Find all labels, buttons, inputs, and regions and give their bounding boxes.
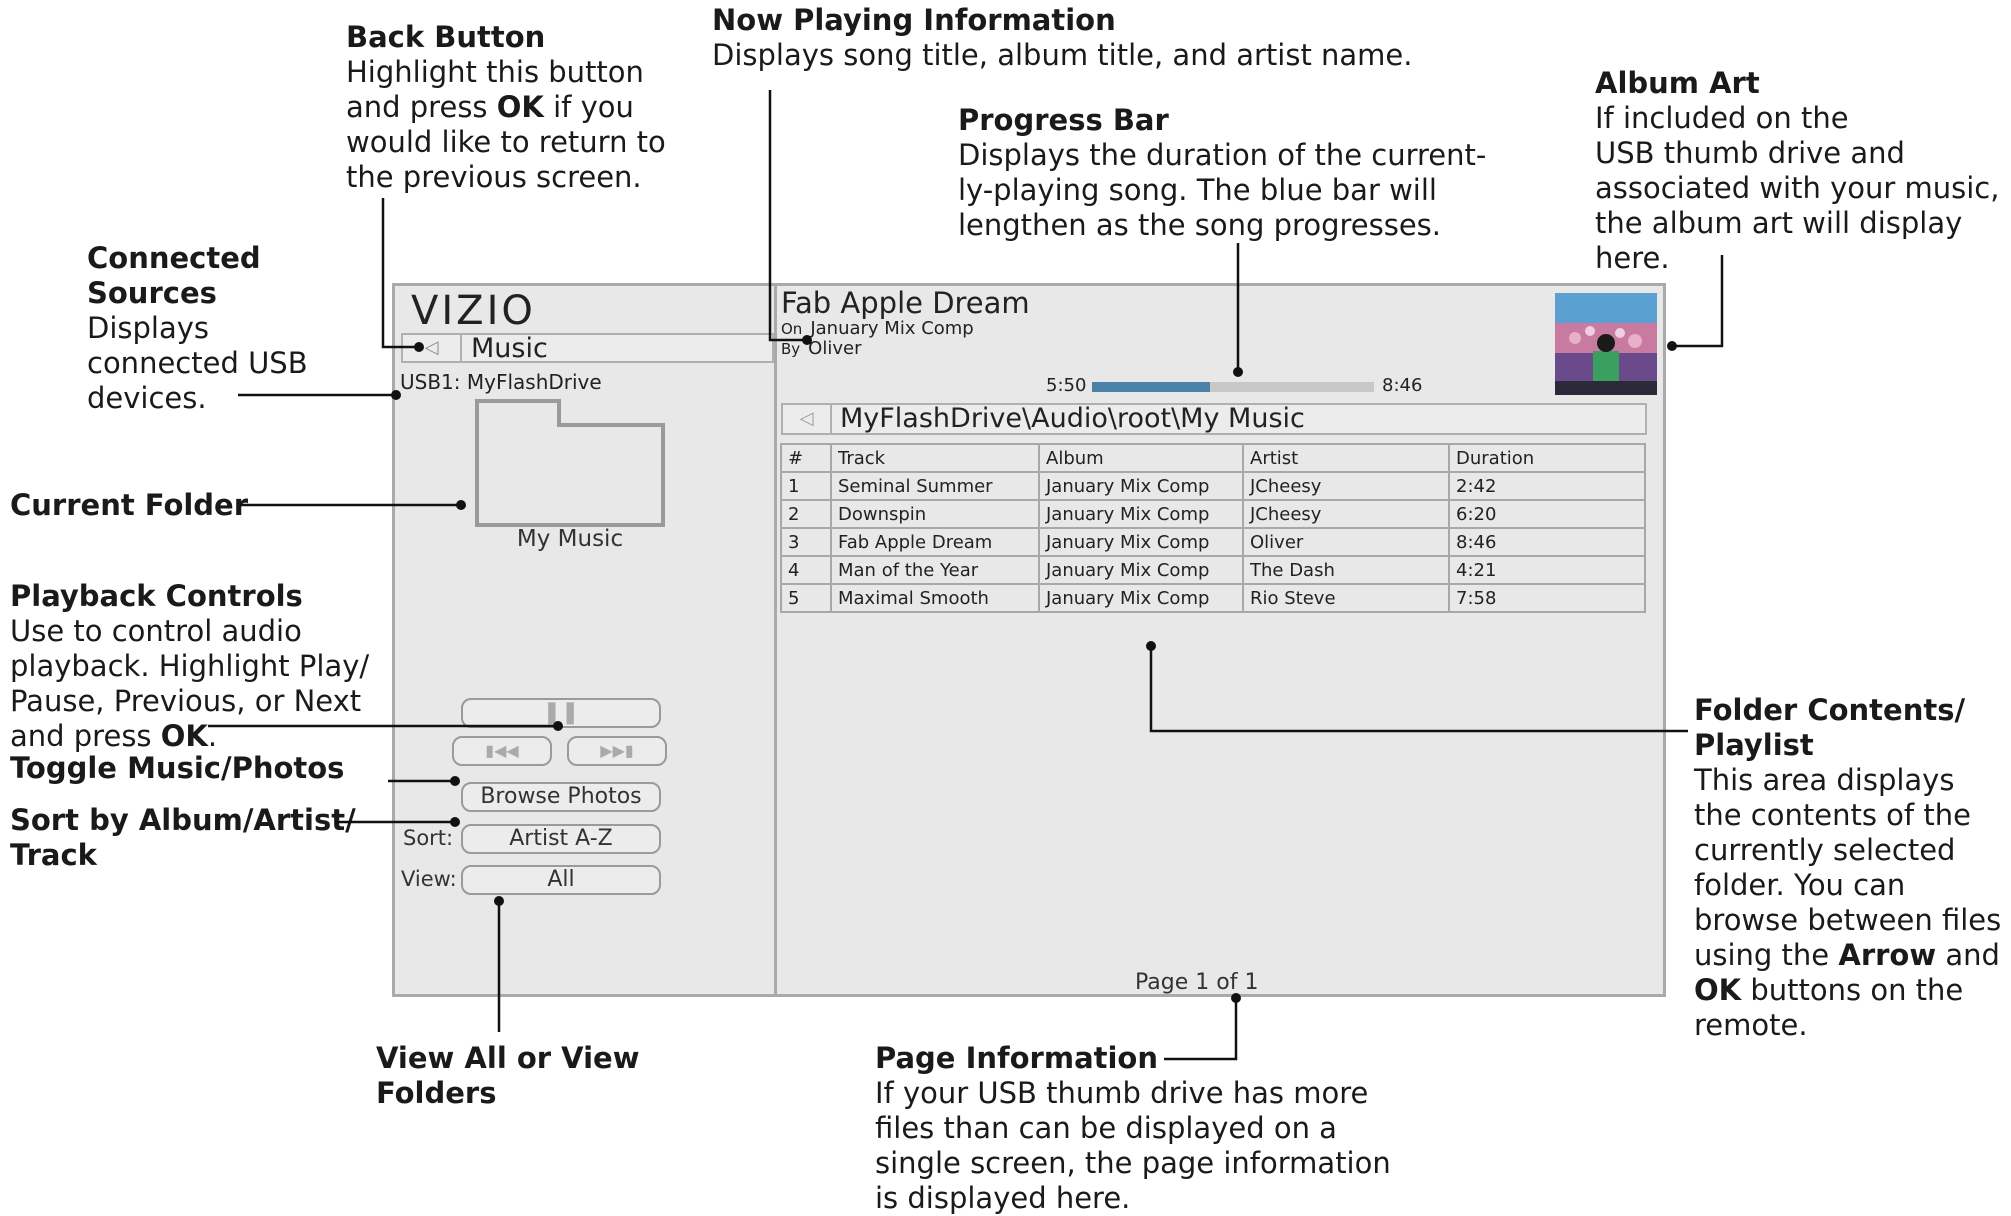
leader-dot [456,500,466,510]
leader-dot [553,721,563,731]
folder-contents-leader [1149,646,1688,733]
leader-dot [414,342,424,352]
back-button-leader [381,198,419,349]
now-playing-leader [768,90,807,342]
leader-dot [391,390,401,400]
diagram-stage: Back Button Highlight this button and pr… [0,0,2011,1215]
leader-dot [802,335,812,345]
leader-dot [1231,993,1241,1003]
album-art-leader [1672,255,1724,348]
leader-dot [494,896,504,906]
leader-dot [450,817,460,827]
leader-dot [1233,367,1243,377]
leader-dot [450,776,460,786]
page-info-leader [1164,998,1238,1061]
leader-dot [1667,341,1677,351]
leader-dot [1146,641,1156,651]
leader-lines [208,90,1724,1061]
